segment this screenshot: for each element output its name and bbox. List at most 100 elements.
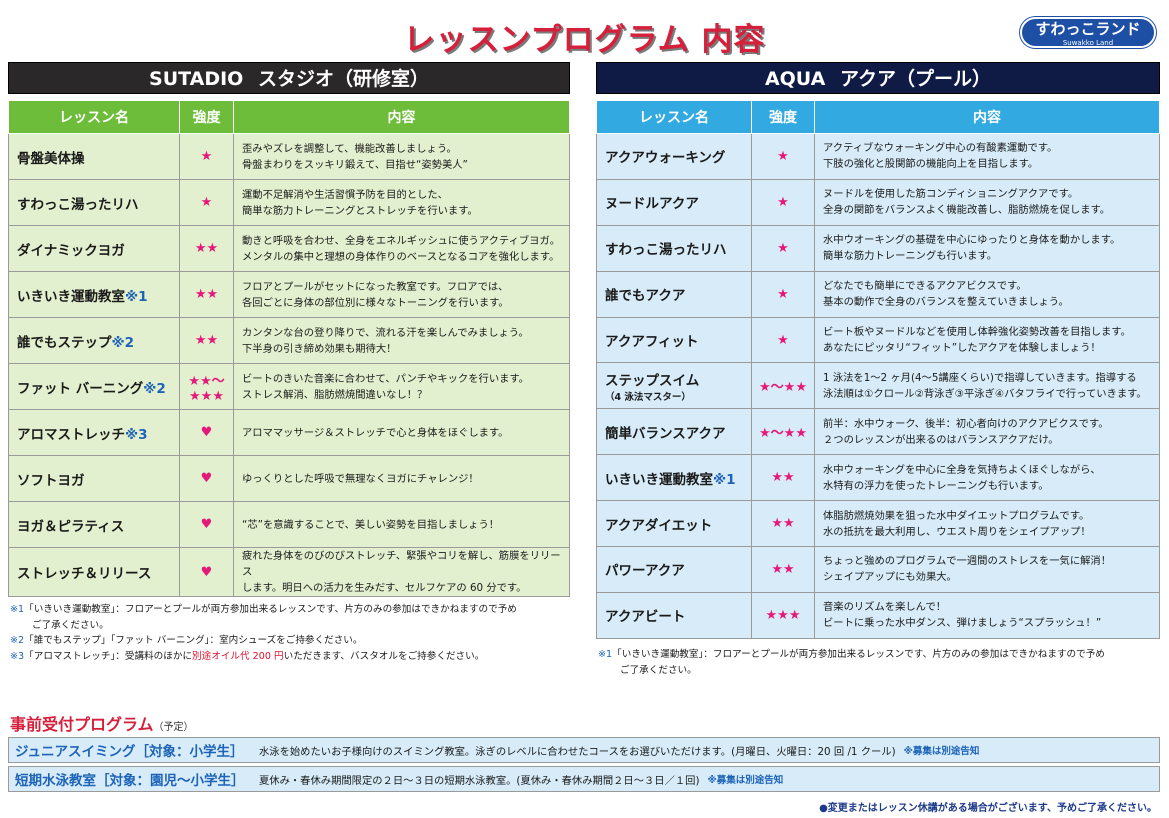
intensity-cell: ★	[751, 224, 815, 272]
lesson-desc-line: アロママッサージ＆ストレッチで心と身体をほぐします。	[242, 426, 509, 439]
lesson-name-cell: パワーアクア	[596, 546, 752, 593]
column-header-intensity: 強度	[751, 100, 815, 134]
studio-heading-en: SUTADIO	[149, 68, 244, 90]
intensity-rating: ★	[777, 148, 789, 164]
intensity-cell: ♥	[179, 455, 234, 502]
column-header-content: 内容	[233, 100, 570, 134]
lesson-name: アクアウォーキング	[605, 150, 726, 167]
intensity-rating: ♥	[200, 425, 213, 440]
intensity-rating: ★	[200, 195, 213, 210]
intensity-rating: ★★	[771, 561, 795, 577]
column-header-content: 内容	[814, 100, 1160, 134]
content-cell: 体脂肪燃焼効果を狙った水中ダイエットプログラムです。 水の抵抗を最大利用し、ウエス…	[814, 500, 1160, 548]
lesson-row: アクアビート ★★★ 音楽のリズムを楽しんで！ ビートに乗った水中ダンス、弾けましょう…	[596, 591, 1160, 639]
lesson-row: すわっこ湯ったリハ ★ 運動不足解消や生活習慣予防を目的とした、 簡単な筋力トレーニン…	[8, 179, 570, 226]
intensity-cell: ★	[751, 316, 815, 364]
lesson-name: ストレッチ＆リリース	[17, 566, 152, 582]
intensity-rating: ★	[777, 194, 789, 210]
column-header-lesson-name: レッスン名	[8, 100, 180, 134]
pre-program-note: ※募集は別途告知	[707, 775, 784, 786]
intensity-rating: ♥	[200, 471, 213, 486]
intensity-cell: ★★	[751, 500, 815, 548]
lesson-name-cell: 簡単バランスアクア	[596, 408, 752, 456]
lesson-row: いきいき運動教室※1 ★★ フロアとプールがセットになった教室です。フロアでは、 各回…	[8, 271, 570, 318]
content-cell: 運動不足解消や生活習慣予防を目的とした、 簡単な筋力トレーニングとストレッチを行い…	[233, 179, 570, 226]
content-cell: “芯”を意識することで、美しい姿勢を目指しましょう！	[233, 501, 570, 548]
lesson-name-cell: すわっこ湯ったリハ	[8, 179, 180, 226]
pre-program-row: ジュニアスイミング［対象：小学生］ 水泳を始めたいお子様向けのスイミング教室。泳…	[8, 737, 1160, 763]
lesson-desc-line: シェイプアップにも効果大。	[823, 571, 957, 584]
lesson-row: すわっこ湯ったリハ ★ 水中ウオーキングの基礎を中心にゆったりと身体を動かします。簡…	[596, 224, 1160, 272]
lesson-name-cell: すわっこ湯ったリハ	[596, 224, 752, 272]
lesson-row: ダイナミックヨガ ★★ 動きと呼吸を合わせ、全身をエネルギッシュに使うアクティブヨガ…	[8, 225, 570, 272]
lesson-name-cell: ソフトヨガ	[8, 455, 180, 502]
intensity-rating: ★	[200, 149, 213, 164]
lesson-name: すわっこ湯ったリハ	[17, 196, 139, 213]
content-cell: ちょっと強めのプログラムで一週間のストレスを一気に解消！ シェイプアップにも効果大…	[814, 546, 1160, 593]
content-cell: 動きと呼吸を合わせ、全身をエネルギッシュに使うアクティブヨガ。 メンタルの集中と理…	[233, 225, 570, 272]
content-cell: 1 泳法を1～2 ヶ月(4～5講座くらい)で指導していきます。指導する 泳法順は①…	[814, 362, 1160, 410]
oil-fee-text: 別途オイル代 200 円	[192, 650, 284, 662]
pre-registration-title-note: （予定）	[153, 722, 194, 733]
lesson-name: パワーアクア	[605, 563, 685, 580]
lesson-name: アロマストレッチ	[17, 426, 125, 443]
lesson-desc-line: どなたでも簡単にできるアクアビクスです。	[823, 280, 1027, 293]
lesson-name: 誰でもステップ	[17, 334, 112, 351]
lesson-desc-line: 簡単な筋力トレーニングとストレッチを行います。	[242, 204, 478, 217]
lesson-subtitle: （4 泳法マスター）	[605, 391, 691, 403]
lesson-name: ヌードルアクア	[605, 196, 699, 213]
studio-heading-ja: スタジオ（研修室）	[257, 68, 429, 90]
intensity-cell: ★★★	[751, 591, 815, 639]
intensity-rating: ★	[777, 332, 789, 348]
lesson-name-cell: ファット バーニング※2	[8, 363, 180, 410]
lesson-row: いきいき運動教室※1 ★★ 水中ウォーキングを中心に全身を気持ちよくほぐしながら、水…	[596, 454, 1160, 502]
suwakko-land-logo: すわっこランド Suwakko Land	[1020, 17, 1156, 48]
lesson-desc-line: 下肢の強化と股関節の機能向上を目指します。	[823, 158, 1039, 171]
pre-program-name: 短期水泳教室［対象：園児～小学生］	[15, 773, 245, 789]
lesson-name: いきいき運動教室	[605, 471, 713, 488]
note-text: 「いきいき運動教室」：フロアーとプールが両方参加出来るレッスンです、片方のみの参…	[24, 604, 517, 615]
lesson-name: ソフトヨガ	[17, 472, 85, 489]
intensity-cell: ★★	[179, 225, 234, 272]
intensity-cell: ★	[751, 178, 815, 226]
studio-heading: SUTADIO スタジオ（研修室）	[8, 62, 570, 94]
note-text: 「アロマストレッチ」：受講料のほかに	[24, 650, 193, 662]
intensity-cell: ♥	[179, 501, 234, 548]
lesson-name: ヨガ＆ピラティス	[17, 518, 125, 535]
content-cell: 音楽のリズムを楽しんで！ ビートに乗った水中ダンス、弾けましょう“スプラッシュ！”	[814, 591, 1160, 639]
lesson-name: ステップスイム	[605, 372, 700, 389]
content-cell: 歪みやズレを調整して、機能改善しましょう。 骨盤まわりをスッキリ鍛えて、目指せ“姿…	[233, 133, 570, 180]
lesson-desc-line: フロアとプールがセットになった教室です。フロアでは、	[242, 280, 509, 293]
intensity-cell: ♥	[179, 409, 234, 456]
intensity-rating: ★★★	[765, 607, 801, 623]
lesson-desc-line: ビートのきいた音楽に合わせて、パンチやキックを行います。	[242, 372, 529, 385]
note-mark: ※2	[10, 635, 25, 646]
lesson-desc-line: 歪みやズレを調整して、機能改善しましょう。	[242, 142, 457, 155]
lesson-desc-line: 前半：水中ウォーク、後半：初心者向けのアクアビクスです。	[823, 417, 1109, 430]
intensity-cell: ★	[751, 133, 815, 180]
content-cell: 前半：水中ウォーク、後半：初心者向けのアクアビクスです。 ２つのレッスンが出来るの…	[814, 408, 1160, 456]
intensity-rating: ★★	[771, 470, 795, 486]
pre-program-name: ジュニアスイミング［対象：小学生］	[15, 744, 244, 760]
lesson-row: 簡単バランスアクア ★～★★ 前半：水中ウォーク、後半：初心者向けのアクアビクスです…	[596, 408, 1160, 456]
lesson-row: アロマストレッチ※3 ♥ アロママッサージ＆ストレッチで心と身体をほぐします。	[8, 409, 570, 456]
column-header-lesson-name: レッスン名	[596, 100, 752, 134]
note-mark: ※1	[10, 604, 25, 615]
lesson-name-cell: アクアフィット	[596, 316, 752, 364]
intensity-rating: ★	[777, 286, 789, 302]
lesson-desc-line: 体脂肪燃焼効果を狙った水中ダイエットプログラムです。	[823, 509, 1090, 522]
lesson-row: ヨガ＆ピラティス ♥ “芯”を意識することで、美しい姿勢を目指しましょう！	[8, 501, 570, 548]
intensity-cell: ♥	[179, 547, 234, 597]
lesson-desc-line: 下半身の引き締め効果も期待大！	[242, 342, 397, 355]
lesson-desc-line: ２つのレッスンが出来るのはバランスアクアだけ。	[823, 433, 1059, 446]
lesson-desc-line: 水中ウォーキングを中心に全身を気持ちよくほぐしながら、	[823, 463, 1101, 476]
studio-lesson-table: レッスン名 強度 内容 骨盤美体操 ★ 歪みやズレを調整して、機能改善しましょう。骨…	[8, 100, 570, 597]
lesson-row: ファット バーニング※2 ★★～★★★ ビートのきいた音楽に合わせて、パンチやキック…	[8, 363, 570, 410]
lesson-desc-line: 疲れた身体をのびのびストレッチ、緊張やコリを解し、筋膜をリリース	[242, 550, 561, 578]
studio-panel: SUTADIO スタジオ（研修室） レッスン名 強度 内容 骨盤美体操 ★ 歪みやズ…	[8, 62, 570, 597]
lesson-desc-line: 基本の動作で全身のバランスを整えていきましょう。	[823, 296, 1069, 309]
lesson-name-cell: 骨盤美体操	[8, 133, 180, 180]
intensity-cell: ★★	[179, 317, 234, 364]
page-title: レッスンプログラム 内容	[403, 22, 766, 58]
lesson-desc-line: “芯”を意識することで、美しい姿勢を目指しましょう！	[242, 518, 500, 531]
